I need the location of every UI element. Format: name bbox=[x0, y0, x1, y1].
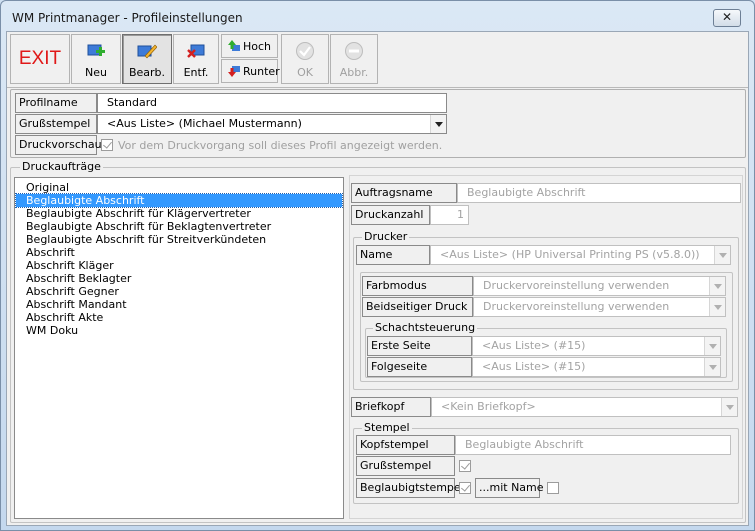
list-item[interactable]: Beglaubigte Abschrift für Beklagtenvertr… bbox=[16, 220, 342, 233]
move-up-button[interactable]: Hoch bbox=[221, 34, 278, 58]
next-page-label: Folgeseite bbox=[367, 357, 472, 377]
duplex-select[interactable]: Druckervoreinstellung verwenden bbox=[473, 297, 726, 317]
duplex-label: Beidseitiger Druck bbox=[362, 297, 473, 317]
certified-stamp-checkbox[interactable] bbox=[459, 482, 471, 494]
next-page-value: <Aus Liste> (#15) bbox=[482, 360, 586, 373]
move-down-label: Runter bbox=[243, 65, 280, 78]
edit-button[interactable]: Bearb. bbox=[122, 34, 172, 84]
print-count-label: Druckanzahl bbox=[351, 205, 430, 225]
print-preview-checkbox[interactable] bbox=[101, 139, 113, 151]
edit-button-label: Bearb. bbox=[128, 66, 166, 79]
tray-control-group-title: Schachtsteuerung bbox=[373, 321, 478, 334]
chevron-down-icon[interactable] bbox=[721, 398, 737, 416]
window-close-button[interactable]: ✕ bbox=[713, 9, 741, 27]
client-area: EXIT Neu Bearb. Entf. Hoch Runter OK Abb… bbox=[6, 31, 749, 526]
stamp-group-title: Stempel bbox=[362, 421, 412, 434]
chevron-down-icon[interactable] bbox=[709, 298, 725, 316]
print-count-input[interactable]: 1 bbox=[430, 205, 469, 225]
list-item[interactable]: Beglaubigte Abschrift bbox=[15, 193, 343, 208]
job-name-input[interactable]: Beglaubigte Abschrift bbox=[457, 183, 741, 203]
arrow-up-icon bbox=[228, 40, 240, 51]
with-name-label: ...mit Name bbox=[475, 478, 544, 498]
next-page-select[interactable]: <Aus Liste> (#15) bbox=[472, 357, 721, 377]
new-button[interactable]: Neu bbox=[71, 34, 121, 84]
job-name-label: Auftragsname bbox=[351, 183, 457, 203]
new-doc-plus-icon bbox=[87, 44, 105, 56]
chevron-down-icon[interactable] bbox=[704, 358, 720, 376]
profile-name-label: Profilname bbox=[15, 93, 97, 113]
list-item[interactable]: Abschrift Mandant bbox=[16, 298, 342, 311]
cancel-minus-icon bbox=[345, 42, 363, 60]
printer-name-value: <Aus Liste> (HP Universal Printing PS (v… bbox=[440, 248, 700, 261]
letterhead-label: Briefkopf bbox=[351, 397, 431, 417]
print-jobs-list[interactable]: Original Beglaubigte Abschrift Beglaubig… bbox=[14, 177, 344, 519]
color-mode-select[interactable]: Druckervoreinstellung verwenden bbox=[473, 276, 726, 296]
app-window: WM Printmanager - Profileinstellungen ✕ … bbox=[0, 0, 755, 531]
printer-group-title: Drucker bbox=[362, 230, 410, 243]
new-button-label: Neu bbox=[85, 66, 107, 79]
delete-x-icon bbox=[187, 44, 205, 58]
greeting-stamp-option-label: Grußstempel bbox=[356, 456, 455, 476]
delete-button[interactable]: Entf. bbox=[173, 34, 219, 84]
letterhead-value: <Kein Briefkopf> bbox=[441, 400, 536, 413]
chevron-down-icon[interactable] bbox=[704, 337, 720, 355]
cancel-button[interactable]: Abbr. bbox=[330, 34, 378, 84]
greeting-stamp-value: <Aus Liste> (Michael Mustermann) bbox=[107, 117, 302, 130]
list-item[interactable]: Original bbox=[16, 181, 342, 194]
first-page-label: Erste Seite bbox=[367, 336, 472, 356]
with-name-checkbox[interactable] bbox=[547, 482, 559, 494]
certified-stamp-label: Beglaubigtstempel bbox=[356, 478, 464, 498]
arrow-down-icon bbox=[228, 66, 240, 77]
delete-button-label: Entf. bbox=[183, 66, 209, 79]
printer-name-label: Name bbox=[356, 245, 430, 265]
chevron-down-icon[interactable] bbox=[714, 246, 730, 264]
greeting-stamp-label: Grußstempel bbox=[15, 114, 97, 134]
printer-name-select[interactable]: <Aus Liste> (HP Universal Printing PS (v… bbox=[430, 245, 731, 265]
first-page-value: <Aus Liste> (#15) bbox=[482, 339, 586, 352]
toolbar-separator bbox=[7, 87, 748, 88]
list-item[interactable]: Abschrift Kläger bbox=[16, 259, 342, 272]
color-mode-value: Druckervoreinstellung verwenden bbox=[483, 279, 670, 292]
color-mode-label: Farbmodus bbox=[362, 276, 473, 296]
print-preview-text: Vor dem Druckvorgang soll dieses Profil … bbox=[118, 139, 443, 152]
move-up-label: Hoch bbox=[243, 40, 272, 53]
greeting-stamp-checkbox[interactable] bbox=[459, 460, 471, 472]
chevron-down-icon[interactable] bbox=[430, 115, 446, 133]
letterhead-select[interactable]: <Kein Briefkopf> bbox=[431, 397, 738, 417]
duplex-value: Druckervoreinstellung verwenden bbox=[483, 300, 670, 313]
list-item[interactable]: Beglaubigte Abschrift für Klägervertrete… bbox=[16, 207, 342, 220]
list-item[interactable]: WM Doku bbox=[16, 324, 342, 337]
head-stamp-input[interactable]: Beglaubigte Abschrift bbox=[455, 435, 731, 455]
greeting-stamp-select[interactable]: <Aus Liste> (Michael Mustermann) bbox=[97, 114, 447, 134]
print-jobs-group-title: Druckaufträge bbox=[20, 160, 103, 173]
head-stamp-label: Kopfstempel bbox=[356, 435, 455, 455]
move-down-button[interactable]: Runter bbox=[221, 59, 280, 83]
ok-check-icon bbox=[296, 42, 314, 60]
title-bar[interactable]: WM Printmanager - Profileinstellungen ✕ bbox=[1, 1, 754, 31]
window-title: WM Printmanager - Profileinstellungen bbox=[12, 11, 243, 25]
ok-button[interactable]: OK bbox=[281, 34, 329, 84]
list-item[interactable]: Abschrift bbox=[16, 246, 342, 259]
print-preview-label: Druckvorschau bbox=[15, 135, 102, 155]
first-page-select[interactable]: <Aus Liste> (#15) bbox=[472, 336, 721, 356]
list-item[interactable]: Abschrift Beklagter bbox=[16, 272, 342, 285]
list-item[interactable]: Abschrift Akte bbox=[16, 311, 342, 324]
list-item[interactable]: Beglaubigte Abschrift für Streitverkünde… bbox=[16, 233, 342, 246]
edit-pencil-icon bbox=[137, 44, 157, 59]
ok-button-label: OK bbox=[297, 66, 313, 79]
profile-name-input[interactable]: Standard bbox=[97, 93, 447, 113]
exit-button[interactable]: EXIT bbox=[10, 34, 70, 84]
cancel-button-label: Abbr. bbox=[339, 66, 369, 79]
chevron-down-icon[interactable] bbox=[709, 277, 725, 295]
list-item[interactable]: Abschrift Gegner bbox=[16, 285, 342, 298]
